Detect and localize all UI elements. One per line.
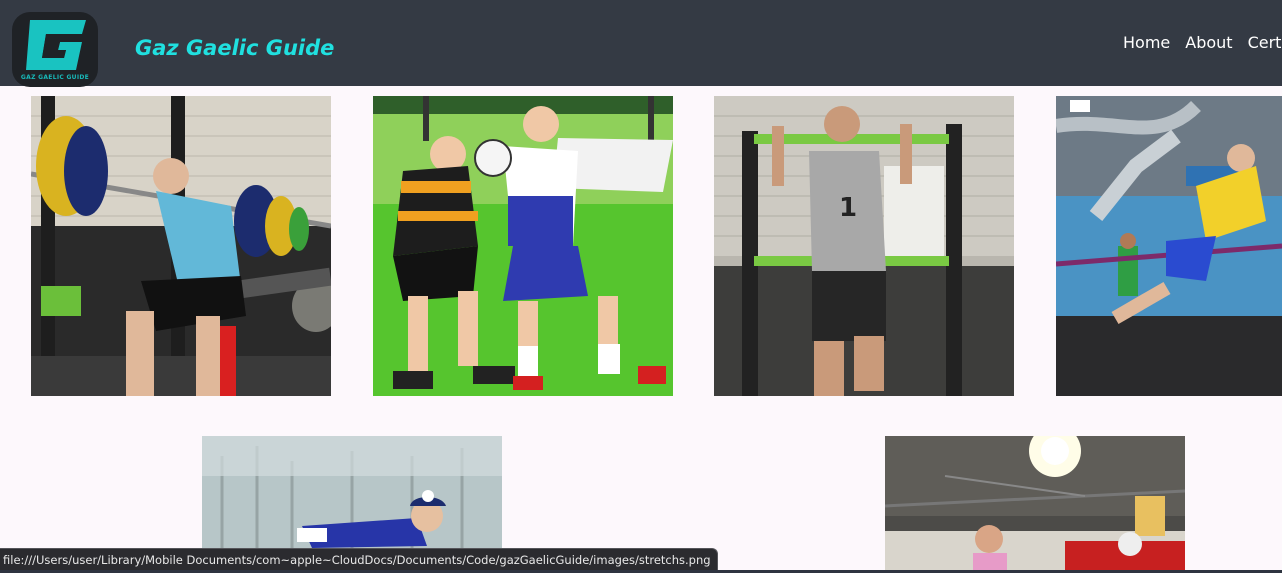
nav-link-about[interactable]: About — [1185, 33, 1232, 52]
browser-status-url: file:///Users/user/Library/Mobile Docume… — [0, 548, 718, 572]
nav-link-home[interactable]: Home — [1123, 33, 1170, 52]
pull-up-training-photo[interactable]: 1 — [714, 96, 1014, 396]
svg-text:1: 1 — [839, 193, 857, 223]
nav-links: Home About Certif — [1123, 33, 1282, 52]
indoor-gym-photo[interactable] — [885, 436, 1185, 573]
nav-link-certifications[interactable]: Certif — [1248, 33, 1282, 52]
site-logo[interactable]: GAZ GAELIC GUIDE — [12, 12, 98, 87]
gaelic-football-match-photo[interactable] — [373, 96, 673, 396]
navbar: GAZ GAELIC GUIDE Gaz Gaelic Guide Home A… — [0, 0, 1282, 87]
logo-caption: GAZ GAELIC GUIDE — [20, 74, 90, 81]
brand-title[interactable]: Gaz Gaelic Guide — [135, 36, 334, 60]
squat-training-photo[interactable] — [31, 96, 331, 396]
resistance-band-jump-photo[interactable] — [1056, 96, 1282, 396]
